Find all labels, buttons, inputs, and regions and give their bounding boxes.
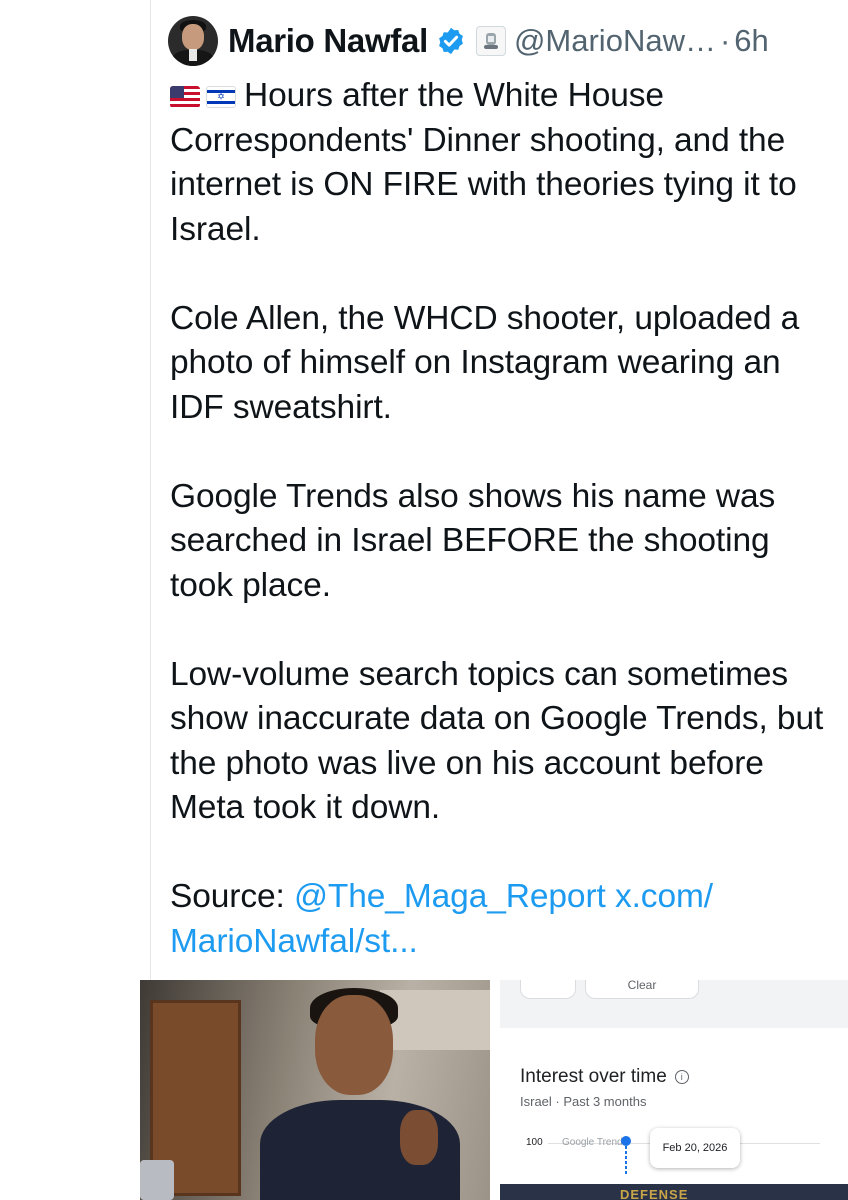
thread-line [150, 0, 151, 980]
photo-image[interactable] [140, 980, 490, 1200]
paragraph-2: Cole Allen, the WHCD shooter, uploaded a… [170, 299, 800, 426]
trends-title: Interest over time i [520, 1066, 689, 1088]
trends-screenshot[interactable]: Clear Interest over time i Israel · Past … [500, 980, 848, 1200]
avatar[interactable] [168, 16, 218, 66]
trends-clear-button: Clear [585, 980, 699, 999]
shirt-fragment: DEFENSE [500, 1184, 848, 1200]
post-time[interactable]: 6h [734, 23, 768, 59]
affiliate-badge-icon[interactable] [475, 26, 506, 56]
verified-badge-icon [439, 27, 463, 55]
info-icon: i [674, 1070, 689, 1084]
source-line: Source: @The_Maga_Report x.com/ MarioNaw… [170, 875, 840, 964]
flags-emoji: ✡ [170, 86, 236, 108]
trends-panel [500, 1028, 848, 1200]
trends-marker [621, 1136, 631, 1146]
israel-flag-icon: ✡ [206, 86, 236, 108]
paragraph-3: Google Trends also shows his name was se… [170, 477, 776, 604]
source-label: Source: [170, 878, 294, 915]
trends-tooltip: Feb 20, 2026 [650, 1128, 740, 1168]
shirt-text: DEFENSE [620, 1187, 689, 1200]
trends-button-stub [520, 980, 576, 999]
separator-dot: · [719, 23, 731, 58]
post-header: Mario Nawfal @MarioNaw… · 6h [168, 10, 769, 72]
trends-marker-stem [625, 1146, 627, 1176]
paragraph-1: ✡ Hours after the White House Corresponde… [170, 74, 840, 252]
author-name[interactable]: Mario Nawfal [228, 22, 428, 60]
trends-axis-label: 100 [526, 1137, 543, 1148]
author-handle[interactable]: @MarioNaw… [514, 23, 716, 59]
us-flag-icon [170, 86, 200, 108]
paragraph-4: Low-volume search topics can sometimes s… [170, 655, 824, 827]
trends-subtitle: Israel · Past 3 months [520, 1094, 647, 1109]
media-grid[interactable]: Clear Interest over time i Israel · Past … [140, 980, 848, 1200]
source-mention-link[interactable]: @The_Maga_Report [294, 878, 606, 915]
trends-mini-label: Google Trends [562, 1137, 628, 1148]
post-text: ✡ Hours after the White House Corresponde… [170, 74, 840, 1009]
paragraph-1-text: Hours after the White House Corresponden… [170, 77, 797, 248]
